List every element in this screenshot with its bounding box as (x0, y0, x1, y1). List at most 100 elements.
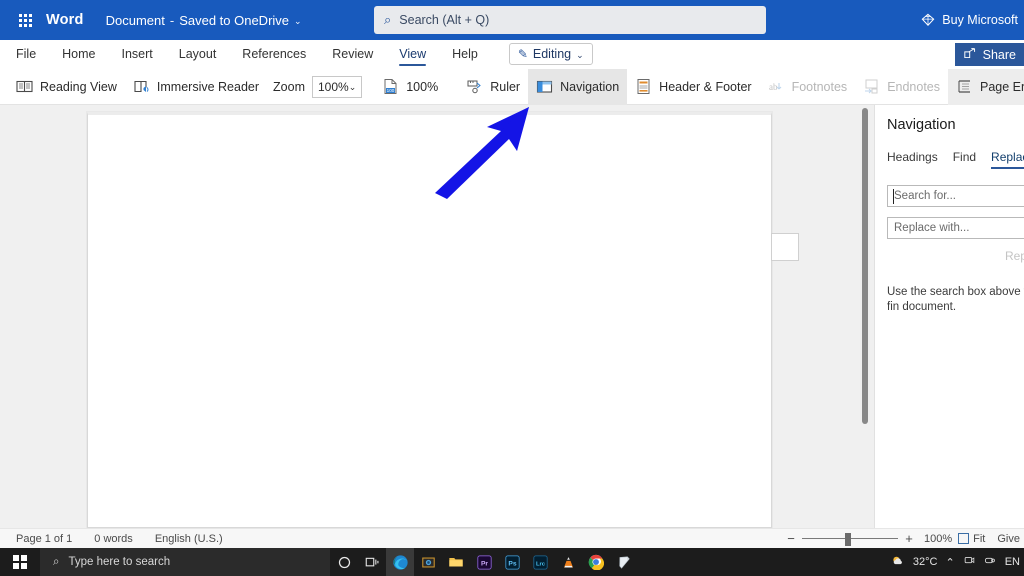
page-count[interactable]: Page 1 of 1 (16, 533, 72, 545)
language-indicator[interactable]: English (U.S.) (155, 533, 223, 545)
language-indicator[interactable]: EN (1005, 556, 1020, 568)
document-work-area: Navigation Headings Find Replace Search … (0, 105, 1024, 528)
endnotes-icon (863, 78, 880, 95)
tab-view[interactable]: View (399, 40, 426, 69)
immersive-reader-button[interactable]: Immersive Reader (125, 69, 267, 105)
editing-label: Editing (532, 47, 572, 61)
navigation-button[interactable]: Navigation (528, 68, 628, 105)
title-bar: Word Document - Saved to OneDrive ⌄ ⌕ Se… (0, 0, 1024, 40)
taskbar-search-placeholder: Type here to search (68, 556, 171, 568)
replace-with-placeholder: Replace with... (894, 222, 970, 234)
cortana-icon[interactable] (330, 548, 358, 576)
header-footer-label: Header & Footer (659, 79, 752, 94)
status-bar: Page 1 of 1 0 words English (U.S.) − + 1… (0, 528, 1024, 548)
network-tray-icon[interactable] (984, 554, 997, 570)
margin-comment-button[interactable] (771, 233, 799, 261)
adobe-photoshop-icon[interactable]: Ps (498, 548, 526, 576)
zoom-controls: − + 100% Fit Give (780, 529, 1024, 549)
file-explorer-icon[interactable] (442, 548, 470, 576)
chevron-up-icon[interactable]: ⌃ (946, 556, 955, 569)
scrollbar-thumb[interactable] (862, 108, 868, 424)
nav-tab-replace[interactable]: Replace (991, 150, 1024, 169)
search-input[interactable]: ⌕ Search (Alt + Q) (374, 6, 766, 34)
notepad-icon[interactable] (610, 548, 638, 576)
onedrive-tray-icon[interactable] (963, 554, 976, 570)
buy-microsoft-label: Buy Microsoft (942, 13, 1018, 27)
zoom-100-button[interactable]: 100 100% (374, 69, 446, 105)
tab-references[interactable]: References (242, 40, 306, 69)
tab-insert[interactable]: Insert (122, 40, 153, 69)
word-count[interactable]: 0 words (94, 533, 133, 545)
tab-help[interactable]: Help (452, 40, 478, 69)
tab-home[interactable]: Home (62, 40, 95, 69)
zoom-label: Zoom (273, 79, 305, 94)
replace-button[interactable]: Replace (887, 249, 1024, 263)
save-state: Saved to OneDrive (179, 12, 290, 28)
ruler-label: Ruler (490, 79, 521, 94)
zoom-100-label: 100% (406, 79, 439, 94)
navigation-pane-title: Navigation (887, 117, 956, 133)
zoom-percent[interactable]: 100% (924, 533, 952, 545)
page-ends-label: Page Ends (980, 79, 1024, 94)
ruler-icon (466, 78, 483, 95)
footnotes-label: Footnotes (791, 79, 848, 94)
photos-icon[interactable] (414, 548, 442, 576)
word-online-window: Word Document - Saved to OneDrive ⌄ ⌕ Se… (0, 0, 1024, 576)
footnotes-icon: ab (768, 78, 785, 95)
temperature-label: 32°C (912, 556, 938, 568)
chevron-down-icon[interactable]: ⌄ (294, 16, 302, 27)
weather-icon[interactable] (891, 554, 905, 571)
search-icon: ⌕ (53, 555, 60, 568)
task-view-icon[interactable] (358, 548, 386, 576)
zoom-in-button[interactable]: + (898, 531, 920, 546)
give-feedback-button[interactable]: Give (997, 533, 1020, 545)
pencil-icon: ✎ (517, 47, 528, 61)
search-for-input[interactable]: Search for... (887, 185, 1024, 207)
tab-layout[interactable]: Layout (179, 40, 217, 69)
fit-icon (958, 533, 970, 544)
zoom-slider-thumb[interactable] (845, 532, 851, 546)
replace-with-input[interactable]: Replace with... (887, 217, 1024, 239)
reading-view-button[interactable]: Reading View (8, 69, 125, 105)
search-placeholder: Search (Alt + Q) (399, 13, 490, 27)
microsoft-edge-icon[interactable] (386, 548, 414, 576)
navigation-pane-icon (536, 78, 553, 95)
reading-view-label: Reading View (40, 79, 117, 94)
taskbar-search-input[interactable]: ⌕ Type here to search (40, 548, 330, 576)
app-name: Word (46, 12, 84, 28)
svg-text:Ps: Ps (508, 560, 516, 567)
tab-review[interactable]: Review (332, 40, 373, 69)
adobe-premiere-icon[interactable]: Pr (470, 548, 498, 576)
windows-start-button[interactable] (0, 548, 40, 576)
zoom-dropdown[interactable]: 100% ⌄ (311, 75, 363, 98)
tab-file[interactable]: File (16, 40, 36, 69)
google-chrome-icon[interactable] (582, 548, 610, 576)
document-title[interactable]: Document - Saved to OneDrive ⌄ (106, 13, 302, 28)
lightroom-classic-icon[interactable]: Lrc (526, 548, 554, 576)
app-launcher-icon[interactable] (8, 13, 42, 27)
nav-tab-find[interactable]: Find (953, 150, 976, 169)
zoom-out-button[interactable]: − (780, 531, 802, 546)
fit-label: Fit (973, 532, 986, 545)
windows-logo-icon (13, 555, 27, 569)
search-icon: ⌕ (384, 12, 392, 27)
svg-text:Pr: Pr (480, 560, 487, 567)
ruler-button[interactable]: Ruler (458, 69, 528, 105)
header-footer-icon (635, 78, 652, 95)
share-button[interactable]: Share (954, 43, 1024, 66)
editing-mode-button[interactable]: ✎ Editing ⌄ (508, 43, 593, 65)
page-ends-button[interactable]: Page Ends (948, 68, 1024, 105)
diamond-icon (921, 13, 935, 27)
zoom-slider[interactable] (802, 529, 898, 549)
fit-button[interactable]: Fit (958, 533, 985, 545)
nav-tab-headings[interactable]: Headings (887, 150, 938, 169)
svg-text:Lrc: Lrc (535, 561, 545, 567)
header-footer-button[interactable]: Header & Footer (627, 69, 759, 105)
page-100-icon: 100 (382, 78, 399, 95)
svg-text:100: 100 (387, 88, 395, 93)
document-page[interactable] (87, 112, 772, 528)
buy-microsoft-button[interactable]: Buy Microsoft (911, 0, 1024, 40)
text-caret (893, 189, 894, 204)
vlc-media-player-icon[interactable] (554, 548, 582, 576)
endnotes-button: Endnotes (855, 69, 948, 105)
